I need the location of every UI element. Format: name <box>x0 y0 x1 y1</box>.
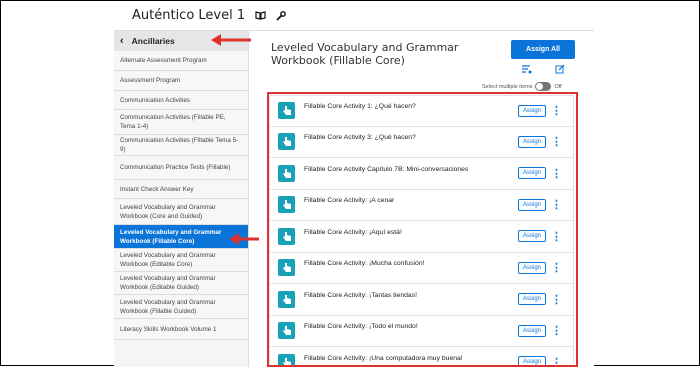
sidebar-item[interactable]: Communication Activities <box>114 91 248 110</box>
hand-pointer-icon <box>278 259 295 277</box>
hand-pointer-icon <box>278 102 295 120</box>
sidebar-item-label: Leveled Vocabulary and Grammar Workbook … <box>120 203 216 220</box>
sidebar-item[interactable]: Leveled Vocabulary and Grammar Workbook … <box>114 295 248 319</box>
more-options-icon[interactable]: ⋮ <box>551 356 562 367</box>
course-title: Auténtico Level 1 <box>132 8 246 23</box>
sidebar-item-label: Leveled Vocabulary and Grammar Workbook … <box>120 298 216 315</box>
activity-row[interactable]: Fillable Core Activity: ¡Mucha confusión… <box>269 252 574 284</box>
hand-pointer-icon <box>278 164 295 182</box>
sidebar-item-label: Communication Practice Tests (Fillable) <box>120 164 231 171</box>
sidebar-header[interactable]: ‹ Ancillaries <box>114 31 248 51</box>
more-options-icon[interactable]: ⋮ <box>551 230 562 243</box>
activity-title[interactable]: Fillable Core Activity 3: ¿Qué hacen? <box>304 134 518 141</box>
page-title: Leveled Vocabulary and Grammar Workbook … <box>271 41 459 67</box>
assign-button[interactable]: Assign <box>517 135 546 148</box>
toggle-state-label: Off <box>554 83 562 90</box>
sidebar-item-label: Alternate Assessment Program <box>120 57 207 64</box>
more-options-icon[interactable]: ⋮ <box>551 198 562 211</box>
sidebar-item[interactable]: Literacy Skills Workbook Volume 1 <box>114 319 248 340</box>
sidebar-item[interactable]: Leveled Vocabulary and Grammar Workbook … <box>114 272 248 295</box>
app-window: Auténtico Level 1 ‹ Ancillaries Alternat… <box>114 1 594 367</box>
activity-row[interactable]: Fillable Core Activity Capítulo 7B: Mini… <box>269 158 574 190</box>
hand-pointer-icon <box>278 290 295 308</box>
activity-row[interactable]: Fillable Core Activity: ¡Aquí está! Assig… <box>269 221 574 253</box>
more-options-icon[interactable]: ⋮ <box>551 293 562 306</box>
sidebar-item-label: Assessment Program <box>120 77 181 84</box>
hand-pointer-icon <box>278 133 295 151</box>
sidebar-item[interactable]: Communication Practice Tests (Fillable) <box>114 156 248 180</box>
sidebar-item-label: Leveled Vocabulary and Grammar Workbook … <box>120 252 216 268</box>
hand-pointer-icon <box>278 353 295 367</box>
chevron-left-icon[interactable]: ‹ <box>120 35 124 47</box>
sidebar-item[interactable]: Communication Activities (Fillable PE, T… <box>114 110 248 135</box>
sidebar-item-label: Literacy Skills Workbook Volume 1 <box>120 325 217 333</box>
hand-pointer-icon <box>278 227 295 245</box>
assign-button[interactable]: Assign <box>517 104 546 117</box>
top-bar: Auténtico Level 1 <box>114 1 594 31</box>
activity-title[interactable]: Fillable Core Activity: ¡Tantas tiendas! <box>304 292 518 299</box>
activity-title[interactable]: Fillable Core Activity: ¡Todo el mundo! <box>304 323 518 330</box>
more-options-icon[interactable]: ⋮ <box>551 135 562 148</box>
sidebar-item[interactable]: Communication Activities (Fillable Tema … <box>114 135 248 156</box>
activity-title[interactable]: Fillable Core Activity 1: ¿Qué hacen? <box>304 103 518 110</box>
filter-list-icon[interactable] <box>521 63 533 75</box>
activity-title[interactable]: Fillable Core Activity: ¡A cenar <box>304 197 518 204</box>
hand-pointer-icon <box>278 322 295 340</box>
assign-button[interactable]: Assign <box>517 261 546 274</box>
screenshot-frame: Auténtico Level 1 ‹ Ancillaries Alternat… <box>0 0 700 367</box>
sidebar-item[interactable]: Alternate Assessment Program <box>114 51 248 71</box>
more-options-icon[interactable]: ⋮ <box>551 167 562 180</box>
assign-button[interactable]: Assign <box>517 198 546 211</box>
sidebar-item-label: Leveled Vocabulary and Grammar Workbook … <box>120 228 222 245</box>
select-multiple-control: Select multiple items Off <box>482 82 562 91</box>
activity-row[interactable]: Fillable Core Activity: ¡Una computadora… <box>269 347 574 367</box>
activity-title[interactable]: Fillable Core Activity: ¡Aquí está! <box>304 229 518 236</box>
activity-list: Fillable Core Activity 1: ¿Qué hacen? Ass… <box>269 95 574 367</box>
sidebar-item[interactable]: Assessment Program <box>114 71 248 91</box>
assign-button[interactable]: Assign <box>517 167 546 180</box>
activity-title[interactable]: Fillable Core Activity Capítulo 7B: Mini… <box>304 166 518 173</box>
activity-title[interactable]: Fillable Core Activity: ¡Una computadora… <box>304 355 518 362</box>
activity-row[interactable]: Fillable Core Activity 1: ¿Qué hacen? Ass… <box>269 95 574 127</box>
assign-all-button[interactable]: Assign All <box>511 40 575 59</box>
more-options-icon[interactable]: ⋮ <box>551 324 562 337</box>
edit-icon[interactable] <box>554 63 566 75</box>
sidebar-item-label: Communication Activities <box>120 96 190 104</box>
activity-title[interactable]: Fillable Core Activity: ¡Mucha confusión… <box>304 260 518 267</box>
activity-row[interactable]: Fillable Core Activity: ¡Tantas tiendas!… <box>269 284 574 316</box>
sidebar-item-label: Communication Activities (Fillable Tema … <box>120 137 239 153</box>
more-options-icon[interactable]: ⋮ <box>551 104 562 117</box>
assign-button[interactable]: Assign <box>517 293 546 306</box>
sidebar-item-label: Communication Activities (Fillable PE, T… <box>120 114 226 130</box>
wrench-icon[interactable] <box>276 10 287 21</box>
select-multiple-label: Select multiple items <box>482 83 533 90</box>
activity-row[interactable]: Fillable Core Activity 3: ¿Qué hacen? Ass… <box>269 126 574 158</box>
sidebar-item-label: Instant Check Answer Key <box>120 185 194 193</box>
ancillaries-sidebar: ‹ Ancillaries Alternate Assessment Progr… <box>114 31 249 367</box>
activity-row[interactable]: Fillable Core Activity: ¡Todo el mundo! A… <box>269 315 574 347</box>
sidebar-item[interactable]: Instant Check Answer Key <box>114 180 248 199</box>
sidebar-item-label: Leveled Vocabulary and Grammar Workbook … <box>120 275 216 291</box>
sidebar-item[interactable]: Leveled Vocabulary and Grammar Workbook … <box>114 225 248 249</box>
hand-pointer-icon <box>278 196 295 214</box>
sidebar-item[interactable]: Leveled Vocabulary and Grammar Workbook … <box>114 199 248 225</box>
assign-button[interactable]: Assign <box>517 356 546 367</box>
sidebar-list: Alternate Assessment Program Assessment P… <box>114 51 248 340</box>
assign-button[interactable]: Assign <box>517 230 546 243</box>
activity-row[interactable]: Fillable Core Activity: ¡A cenar Assign ⋮ <box>269 189 574 221</box>
select-multiple-toggle[interactable] <box>535 82 552 91</box>
main-panel: Leveled Vocabulary and Grammar Workbook … <box>249 31 594 367</box>
book-icon[interactable] <box>255 11 266 20</box>
more-options-icon[interactable]: ⋮ <box>551 261 562 274</box>
sidebar-header-label: Ancillaries <box>131 36 175 46</box>
sidebar-item[interactable]: Leveled Vocabulary and Grammar Workbook … <box>114 249 248 272</box>
assign-button[interactable]: Assign <box>517 324 546 337</box>
